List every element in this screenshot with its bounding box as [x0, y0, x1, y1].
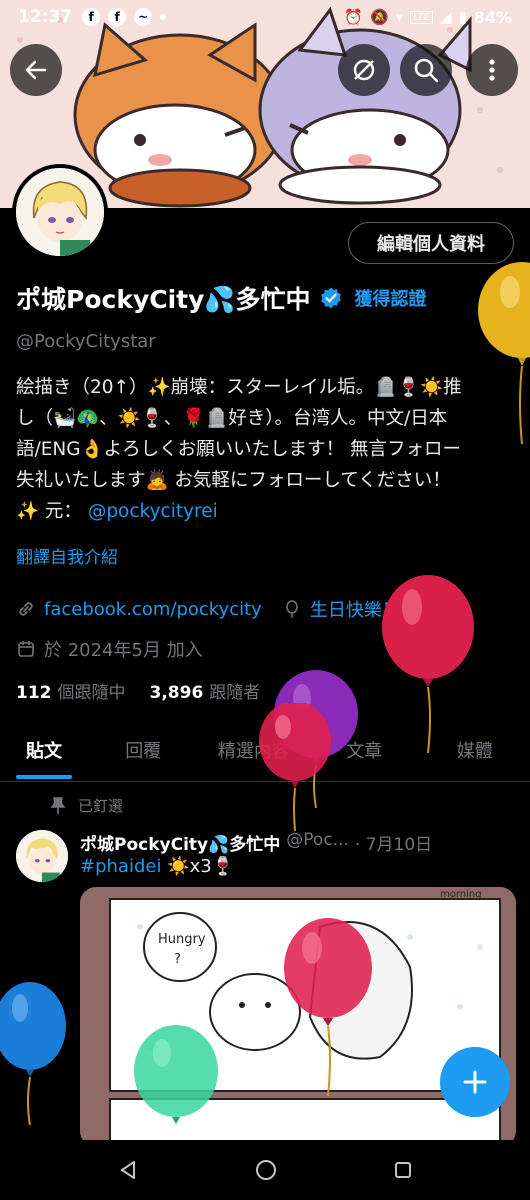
back-button[interactable] [10, 44, 62, 96]
bio-prefix: ✨ 元： [16, 501, 82, 522]
battery-icon: ▮ [458, 8, 467, 26]
profile-bio: 絵描き（20↑）✨崩壊：スターレイル垢。🪦🍷☀️推 し（🛀🦚、☀️🍷、🌹🪦好き）… [16, 372, 516, 527]
post-text-suffix: ☀️x3🍷 [161, 856, 235, 877]
square-recents-icon[interactable] [393, 1160, 413, 1180]
status-bar: 12:37 f f ~ ⏰ 🔕 ▾ LTE ◢ ▮ 84% [0, 0, 530, 34]
post-author-name[interactable]: ポ城PockyCity💦多忙中 [80, 830, 280, 855]
bio-line: ✨ 元： @pockycityrei [16, 496, 516, 527]
post-header: ポ城PockyCity💦多忙中 @Poc... · 7月10日 [80, 830, 432, 855]
profile-avatar[interactable] [12, 164, 108, 260]
image-caption-morning: morning [440, 889, 482, 900]
verified-badge-icon[interactable] [319, 286, 343, 310]
speech-bubble-text: Hungry [158, 932, 206, 947]
bio-line: 失礼いたします🙇 お気軽にフォローしてください！ [16, 470, 451, 491]
post-author-handle[interactable]: @Poc... [286, 830, 349, 855]
following-label: 個跟隨中 [57, 683, 126, 703]
sync-button[interactable] [338, 44, 390, 96]
network-label: LTE [410, 10, 433, 24]
profile-name-row: ポ城PockyCity💦多忙中 獲得認證 [16, 280, 427, 316]
tab-media[interactable]: 媒體 [420, 726, 530, 781]
bio-line: し（🛀🦚、☀️🍷、🌹🪦好き）。台湾人。中文/日本 [16, 408, 448, 429]
joined-date: 於 2024年5月 加入 [44, 640, 203, 661]
display-name: ポ城PockyCity💦多忙中 [16, 285, 311, 314]
tab-highlights[interactable]: 精選內容 [199, 726, 310, 781]
arrow-left-icon [25, 60, 47, 80]
speech-bubble-question: ? [174, 952, 181, 967]
edit-profile-button[interactable]: 編輯個人資料 [348, 222, 514, 264]
pinned-label: 已釘選 [78, 797, 124, 815]
alarm-icon: ⏰ [344, 8, 364, 26]
pin-icon [50, 796, 66, 814]
bio-line: 絵描き（20↑）✨崩壊：スターレイル垢。🪦🍷☀️推 [16, 377, 462, 398]
more-notifications-icon [160, 14, 167, 20]
tab-replies[interactable]: 回覆 [88, 726, 199, 781]
followers-link[interactable]: 3,896 跟隨者 [150, 678, 261, 703]
tab-posts[interactable]: 貼文 [0, 726, 88, 781]
bio-line: 語/ENG👌よろしくお願いいたします！ 無言フォロー [16, 439, 462, 460]
joined-row: 於 2024年5月 加入 [16, 636, 203, 662]
profile-meta-links: facebook.com/pockycity 生日快樂！ [16, 596, 400, 622]
followers-count: 3,896 [149, 683, 204, 703]
following-count: 112 [16, 683, 52, 703]
balloon-icon [286, 600, 298, 618]
compose-post-button[interactable] [440, 1047, 510, 1117]
search-icon [414, 58, 439, 83]
translate-bio-link[interactable]: 翻譯自我介紹 [16, 543, 118, 568]
birthday-link[interactable]: 生日快樂！ [310, 596, 400, 622]
messenger-notification-icon: ~ [134, 8, 153, 26]
more-vertical-icon [489, 59, 495, 81]
sync-slash-icon [353, 59, 375, 81]
blue-balloon [0, 982, 66, 1126]
tab-articles[interactable]: 文章 [309, 726, 420, 781]
website-link[interactable]: facebook.com/pockycity [44, 599, 262, 620]
link-icon [19, 602, 33, 616]
facebook-notification-icon: f [108, 8, 127, 26]
search-button[interactable] [400, 44, 452, 96]
plus-icon [463, 1070, 487, 1094]
bio-mention-link[interactable]: @pockycityrei [88, 501, 218, 522]
facebook-notification-icon: f [82, 8, 101, 26]
pinned-indicator: 已釘選 [50, 795, 123, 816]
post-hashtag[interactable]: #phaidei [80, 856, 161, 877]
follow-stats: 112 個跟隨中 3,896 跟隨者 [16, 678, 260, 703]
circle-home-icon[interactable] [254, 1158, 278, 1182]
followers-label: 跟隨者 [209, 683, 261, 703]
android-nav-bar [0, 1140, 530, 1200]
avatar-illustration [16, 168, 104, 256]
get-verified-link[interactable]: 獲得認證 [355, 285, 427, 311]
post-text: #phaidei ☀️x3🍷 [80, 856, 234, 877]
mute-icon: 🔕 [370, 8, 389, 26]
more-button[interactable] [466, 44, 518, 96]
post-avatar-illustration [16, 830, 68, 882]
status-time: 12:37 [18, 7, 73, 27]
post-author-avatar[interactable] [16, 830, 68, 882]
calendar-icon [18, 641, 34, 657]
profile-tabs: 貼文 回覆 精選內容 文章 媒體 [0, 726, 530, 782]
battery-percent: 84% [473, 7, 512, 27]
post-date[interactable]: · 7月10日 [355, 830, 432, 855]
following-link[interactable]: 112 個跟隨中 [16, 678, 126, 703]
triangle-back-icon[interactable] [117, 1159, 139, 1181]
signal-icon: ◢ [439, 8, 452, 26]
wifi-icon: ▾ [395, 8, 404, 26]
profile-handle: @PockyCitystar [16, 331, 156, 352]
